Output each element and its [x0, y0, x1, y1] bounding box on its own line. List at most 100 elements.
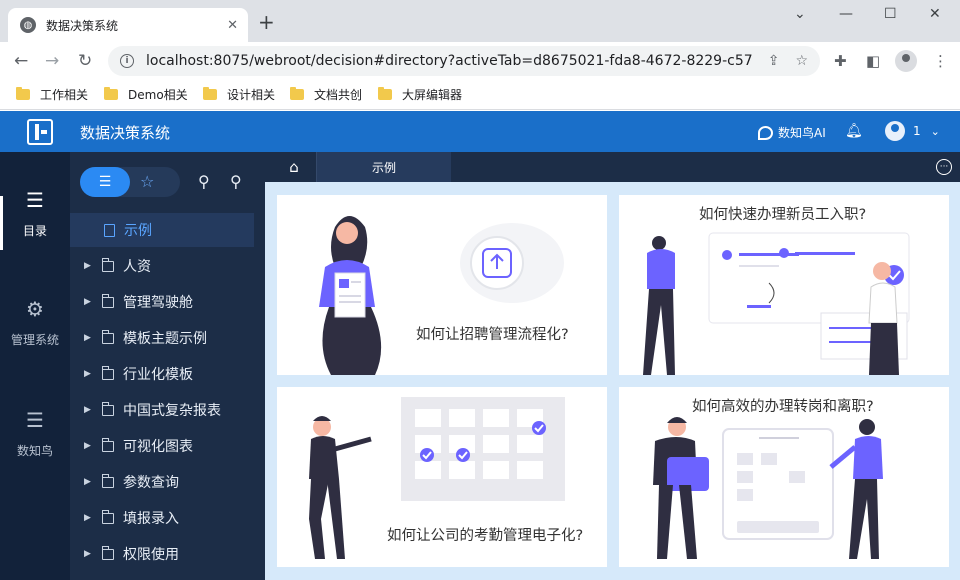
search-icon[interactable]: ⚲	[198, 172, 210, 191]
list-view-button[interactable]: ☰	[80, 167, 130, 197]
profile-avatar[interactable]	[895, 50, 917, 72]
tree-item[interactable]: ▶ 权限使用	[70, 537, 265, 571]
info-icon[interactable]: i	[120, 54, 134, 68]
more-icon[interactable]: ···	[936, 159, 952, 175]
tree-item[interactable]: ▶ 管理驾驶舱	[70, 285, 265, 319]
list-icon: ☰	[26, 408, 44, 432]
app-header: 数据决策系统 数知鸟AI 🔔︎ 1 ⌄	[0, 111, 960, 152]
bookmark-folder[interactable]: 文档共创	[290, 86, 362, 103]
rail-item-directory[interactable]: ☰ 目录	[0, 188, 70, 239]
card-title: 如何让公司的考勤管理电子化?	[387, 528, 584, 544]
expand-arrow-icon[interactable]: ▶	[84, 261, 92, 271]
bookmark-label: Demo相关	[128, 88, 188, 102]
favorites-star-icon[interactable]: ☆	[140, 172, 154, 191]
ai-label: 数知鸟AI	[778, 126, 826, 140]
folder-icon	[16, 87, 30, 100]
folder-icon	[102, 329, 114, 344]
reload-button[interactable]: ↻	[78, 51, 92, 71]
tree-item-label: 行业化模板	[123, 367, 193, 383]
share-icon[interactable]: ⇪	[768, 53, 780, 69]
minimize-button[interactable]: —	[839, 6, 853, 22]
guide-card-transfer[interactable]: 如何高效的办理转岗和离职?	[619, 387, 949, 567]
rail-item-management[interactable]: ⚙ 管理系统	[0, 297, 70, 348]
bookmark-label: 工作相关	[40, 88, 89, 102]
browser-toolbar: ← → ↻ i localhost:8075/webroot/decision#…	[0, 42, 960, 80]
close-icon[interactable]: ✕	[227, 18, 238, 33]
pin-icon[interactable]: ⚲	[230, 172, 242, 191]
tree-item[interactable]: ▶ 人资	[70, 249, 265, 283]
maximize-button[interactable]: ☐	[884, 6, 897, 22]
app-logo	[27, 119, 53, 145]
expand-arrow-icon[interactable]: ▶	[84, 369, 92, 379]
user-name: 1	[913, 124, 921, 138]
card-title: 如何让招聘管理流程化?	[416, 327, 569, 343]
folder-icon	[102, 437, 114, 452]
expand-arrow-icon[interactable]: ▶	[84, 405, 92, 415]
tree-item-label: 中国式复杂报表	[123, 403, 221, 419]
folder-icon	[102, 509, 114, 524]
expand-arrow-icon[interactable]: ▶	[84, 477, 92, 487]
expand-arrow-icon[interactable]: ▶	[84, 441, 92, 451]
app-title: 数据决策系统	[80, 124, 171, 142]
tree-item[interactable]: ▶ 可视化图表	[70, 429, 265, 463]
tree-item-label: 管理驾驶舱	[123, 295, 193, 311]
guide-card-attendance[interactable]: 如何让公司的考勤管理电子化?	[277, 387, 607, 567]
directory-panel: ☰ ☆ ⚲ ⚲ 示例 ▶ 人资 ▶ 管理驾驶舱 ▶ 模板主题示例 ▶ 行业化模板…	[70, 152, 265, 580]
gear-icon: ⚙	[26, 297, 44, 321]
tree-item-label: 人资	[123, 259, 151, 275]
rail-item-shuzhiniao[interactable]: ☰ 数知鸟	[0, 408, 70, 459]
url-text[interactable]: localhost:8075/webroot/decision#director…	[146, 53, 752, 69]
browser-tab[interactable]: ◍ 数据决策系统 ✕	[8, 8, 248, 42]
bookmark-folder[interactable]: 大屏编辑器	[378, 86, 462, 103]
menu-kebab-icon[interactable]: ⋮	[933, 52, 948, 70]
folder-icon	[290, 87, 304, 100]
card-title: 如何高效的办理转岗和离职?	[692, 399, 874, 415]
expand-arrow-icon[interactable]: ▶	[84, 333, 92, 343]
tab-example[interactable]: 示例	[316, 152, 451, 182]
tree-item-label: 示例	[124, 223, 152, 239]
tree-item[interactable]: ▶ 行业化模板	[70, 357, 265, 391]
forward-button[interactable]: →	[45, 51, 59, 71]
home-icon: ⌂	[289, 158, 299, 176]
bookmark-label: 大屏编辑器	[402, 88, 463, 102]
tree-item-selected[interactable]: 示例	[70, 213, 254, 247]
list-icon: ☰	[26, 188, 44, 212]
guide-card-onboarding[interactable]: 如何快速办理新员工入职?	[619, 195, 949, 375]
tree-item[interactable]: ▶ 模板主题示例	[70, 321, 265, 355]
tree-item[interactable]: ▶ 填报录入	[70, 501, 265, 535]
tree-item-label: 模板主题示例	[123, 331, 207, 347]
tree-item-label: 填报录入	[123, 511, 179, 527]
star-icon[interactable]: ☆	[795, 53, 808, 69]
card-title: 如何快速办理新员工入职?	[699, 207, 867, 223]
bookmark-folder[interactable]: 设计相关	[203, 86, 275, 103]
new-tab-button[interactable]: +	[258, 12, 275, 32]
chevron-down-icon[interactable]: ⌄	[794, 6, 806, 22]
expand-arrow-icon[interactable]: ▶	[84, 549, 92, 559]
back-button[interactable]: ←	[14, 51, 28, 71]
extensions-icon[interactable]: ✚	[834, 52, 847, 70]
main-content: ⌂ 示例 ··· 如何让招聘管理流程化? 如何快速办理新员工入职? 如何让公司的…	[265, 152, 960, 580]
tree-item[interactable]: ▶ 中国式复杂报表	[70, 393, 265, 427]
document-icon	[104, 223, 115, 237]
tree-item[interactable]: ▶ 参数查询	[70, 465, 265, 499]
folder-icon	[102, 365, 114, 380]
left-rail: ☰ 目录 ⚙ 管理系统 ☰ 数知鸟	[0, 152, 70, 580]
folder-icon	[102, 545, 114, 560]
side-panel-icon[interactable]: ◧	[866, 52, 880, 70]
bookmark-folder[interactable]: 工作相关	[16, 86, 88, 103]
folder-icon	[203, 87, 217, 100]
bird-icon	[758, 125, 773, 140]
bookmark-folder[interactable]: Demo相关	[104, 86, 188, 103]
address-bar[interactable]: i localhost:8075/webroot/decision#direct…	[108, 46, 820, 76]
expand-arrow-icon[interactable]: ▶	[84, 297, 92, 307]
guide-card-recruitment[interactable]: 如何让招聘管理流程化?	[277, 195, 607, 375]
expand-arrow-icon[interactable]: ▶	[84, 513, 92, 523]
window-close-button[interactable]: ✕	[929, 6, 941, 22]
globe-icon: ◍	[20, 17, 36, 33]
ai-button[interactable]: 数知鸟AI	[758, 124, 826, 141]
recruitment-illustration	[319, 216, 564, 375]
home-tab[interactable]: ⌂	[273, 152, 315, 182]
bell-icon[interactable]: 🔔︎	[845, 123, 863, 139]
user-menu[interactable]: 1 ⌄	[885, 121, 940, 141]
browser-tabstrip: ◍ 数据决策系统 ✕ + ⌄ — ☐ ✕	[0, 0, 960, 42]
